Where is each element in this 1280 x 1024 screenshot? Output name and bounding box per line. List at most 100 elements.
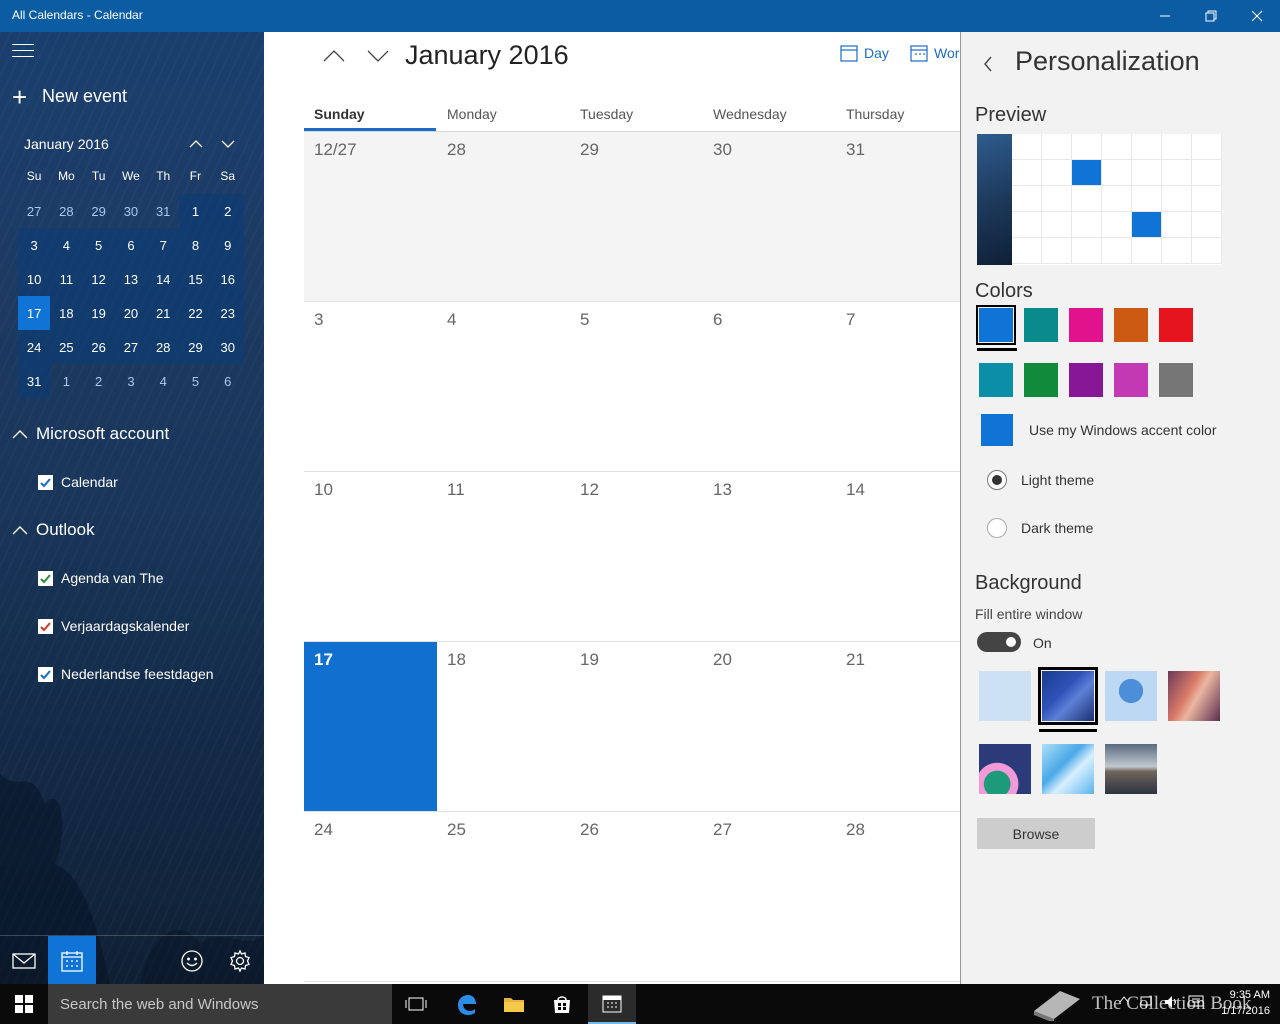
day-cell[interactable]: 29 (570, 132, 703, 301)
mini-calendar-day[interactable]: 26 (82, 330, 115, 364)
mini-calendar-day[interactable]: 5 (82, 228, 115, 262)
radio-button[interactable] (987, 518, 1007, 538)
mini-calendar-day[interactable]: 15 (179, 262, 212, 296)
notification-icon[interactable] (1184, 995, 1208, 1009)
mini-calendar-day[interactable]: 31 (18, 364, 51, 398)
day-cell[interactable]: 27 (703, 812, 836, 981)
mini-calendar-day[interactable]: 30 (115, 194, 147, 228)
day-cell[interactable]: 7 (836, 302, 960, 471)
accent-color-swatch[interactable] (981, 414, 1013, 446)
calendar-item-agenda-van-the[interactable]: Agenda van The (38, 570, 164, 586)
day-view-button[interactable]: Day (840, 44, 889, 62)
mini-calendar-day[interactable]: 4 (147, 364, 179, 398)
day-cell[interactable]: 21 (836, 642, 960, 811)
mini-calendar-day[interactable]: 4 (50, 228, 83, 262)
restore-button[interactable] (1188, 0, 1234, 32)
checkbox[interactable] (38, 474, 53, 490)
mini-calendar-day[interactable]: 22 (179, 296, 212, 330)
network-icon[interactable] (1136, 995, 1160, 1009)
dark-theme-radio[interactable]: Dark theme (987, 518, 1093, 538)
clock[interactable]: 9:35 AM 1/17/2016 (1221, 987, 1270, 1019)
mini-calendar-day[interactable]: 30 (211, 330, 244, 364)
mini-calendar-day[interactable]: 25 (50, 330, 83, 364)
color-swatch[interactable] (1114, 363, 1148, 397)
task-view-button[interactable] (392, 984, 440, 1024)
next-month-button[interactable] (363, 44, 393, 68)
day-cell[interactable]: 30 (703, 132, 836, 301)
mini-calendar-day[interactable]: 21 (147, 296, 180, 330)
group-outlook[interactable]: Outlook (12, 520, 95, 540)
day-cell[interactable]: 20 (703, 642, 836, 811)
mini-calendar-day[interactable]: 20 (114, 296, 148, 330)
day-cell[interactable]: 3 (304, 302, 437, 471)
color-swatch[interactable] (1159, 308, 1193, 342)
mini-calendar-day[interactable]: 19 (82, 296, 115, 330)
back-button[interactable] (983, 52, 999, 76)
mini-calendar-day[interactable]: 3 (18, 228, 51, 262)
mini-calendar-day[interactable]: 27 (114, 330, 148, 364)
calendar-item-verjaardagskalender[interactable]: Verjaardagskalender (38, 618, 189, 634)
mini-calendar-day[interactable]: 8 (179, 228, 212, 262)
mini-calendar-day[interactable]: 9 (211, 228, 244, 262)
group-microsoft-account[interactable]: Microsoft account (12, 424, 169, 444)
settings-button[interactable] (216, 936, 264, 984)
calendar-taskbar-button[interactable] (588, 984, 636, 1024)
day-cell[interactable]: 17 (304, 642, 437, 811)
browse-button[interactable]: Browse (977, 818, 1095, 849)
day-cell[interactable]: 26 (570, 812, 703, 981)
volume-icon[interactable] (1160, 995, 1184, 1009)
color-swatch[interactable] (1024, 363, 1058, 397)
color-swatch[interactable] (1114, 308, 1148, 342)
calendar-app-button[interactable] (48, 936, 96, 984)
day-cell[interactable]: 24 (304, 812, 437, 981)
mini-calendar-day[interactable]: 28 (50, 194, 82, 228)
day-cell[interactable]: 11 (437, 472, 570, 641)
mini-calendar-day[interactable]: 2 (83, 364, 115, 398)
checkbox[interactable] (38, 570, 53, 586)
new-event-button[interactable]: + New event (12, 84, 127, 110)
mini-calendar-day[interactable]: 23 (211, 296, 244, 330)
mini-calendar-day[interactable]: 27 (18, 194, 50, 228)
background-thumb-lake[interactable] (1105, 744, 1157, 794)
day-cell[interactable]: 12 (570, 472, 703, 641)
mini-calendar-day[interactable]: 6 (114, 228, 148, 262)
taskbar-search-box[interactable]: Search the web and Windows (48, 984, 392, 1024)
light-theme-radio[interactable]: Light theme (987, 470, 1094, 490)
mini-prev-month-button[interactable] (186, 134, 206, 154)
day-cell[interactable]: 25 (437, 812, 570, 981)
color-swatch[interactable] (1024, 308, 1058, 342)
store-button[interactable] (538, 984, 586, 1024)
mini-calendar-day[interactable]: 7 (147, 228, 180, 262)
mini-calendar-day[interactable]: 29 (179, 330, 212, 364)
background-thumb-light-blue[interactable] (979, 671, 1031, 721)
mini-calendar-day[interactable]: 3 (115, 364, 147, 398)
day-cell[interactable]: 6 (703, 302, 836, 471)
color-swatch[interactable] (1069, 363, 1103, 397)
calendar-item-calendar[interactable]: Calendar (38, 474, 118, 490)
day-cell[interactable]: 31 (836, 132, 960, 301)
checkbox[interactable] (38, 618, 53, 634)
day-cell[interactable]: 12/27 (304, 132, 437, 301)
background-thumb-crystal[interactable] (1042, 744, 1094, 794)
mini-calendar-day[interactable]: 12 (82, 262, 115, 296)
mini-calendar-day[interactable]: 1 (179, 194, 212, 228)
work-week-view-button[interactable]: Wor (910, 44, 959, 62)
day-cell[interactable]: 28 (836, 812, 960, 981)
file-explorer-button[interactable] (490, 984, 538, 1024)
day-cell[interactable]: 28 (437, 132, 570, 301)
color-swatch[interactable] (976, 305, 1016, 345)
mini-calendar-day[interactable]: 24 (18, 330, 51, 364)
color-swatch[interactable] (1159, 363, 1193, 397)
mini-next-month-button[interactable] (218, 134, 238, 154)
day-cell[interactable]: 13 (703, 472, 836, 641)
mini-calendar-day[interactable]: 17 (18, 296, 51, 330)
day-cell[interactable]: 5 (570, 302, 703, 471)
color-swatch[interactable] (1069, 308, 1103, 342)
day-cell[interactable]: 19 (570, 642, 703, 811)
mini-calendar-day[interactable]: 1 (50, 364, 82, 398)
background-thumb-star-trails[interactable] (1038, 667, 1098, 725)
mini-calendar-day[interactable]: 10 (18, 262, 51, 296)
previous-month-button[interactable] (319, 44, 349, 68)
mini-calendar-day[interactable]: 29 (83, 194, 115, 228)
mail-button[interactable] (0, 936, 48, 984)
